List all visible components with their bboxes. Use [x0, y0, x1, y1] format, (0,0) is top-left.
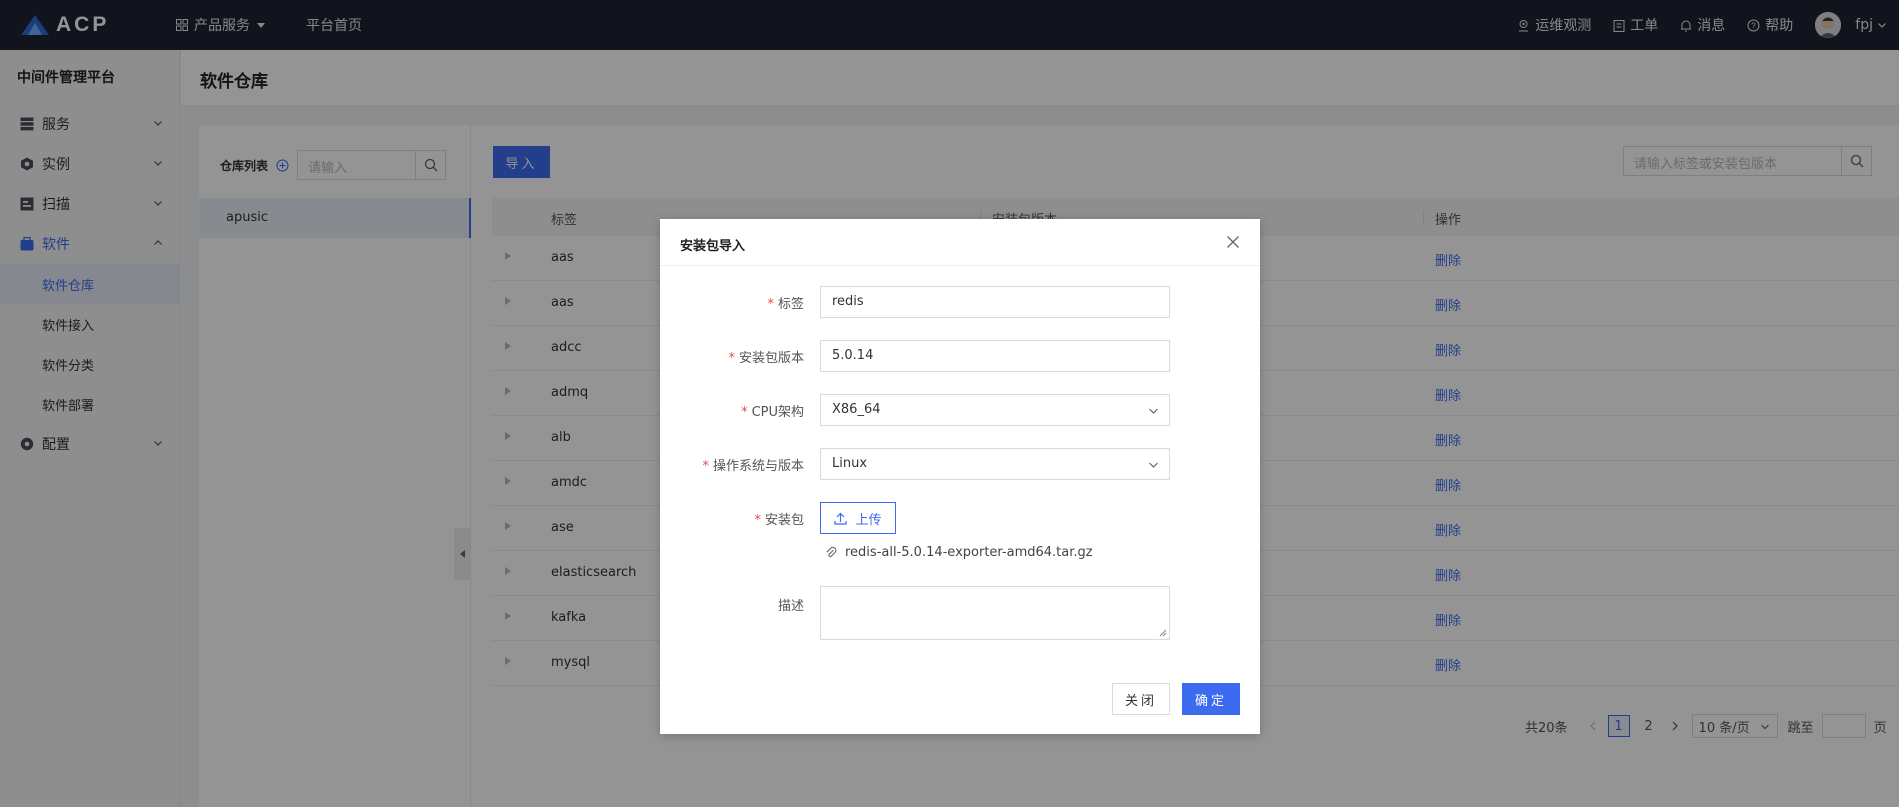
import-package-dialog: 安装包导入 * 标签 redis * 安装包版本 5.0.14 * CPU架构 X86… — [660, 219, 1260, 734]
dialog-header: 安装包导入 — [660, 219, 1260, 266]
form-row-package: * 安装包 上传 — [660, 502, 1260, 534]
required-mark: * — [754, 513, 761, 528]
upload-button[interactable]: 上传 — [820, 502, 896, 534]
os-version-select[interactable]: Linux — [820, 448, 1170, 480]
required-mark: * — [767, 297, 774, 312]
confirm-button[interactable]: 确定 — [1182, 683, 1240, 715]
close-button[interactable]: 关闭 — [1112, 683, 1170, 715]
tag-input[interactable]: redis — [820, 286, 1170, 318]
version-input[interactable]: 5.0.14 — [820, 340, 1170, 372]
package-label: * 安装包 — [754, 513, 804, 528]
form-row-tag: * 标签 redis — [660, 286, 1260, 318]
cpu-arch-label: * CPU架构 — [741, 405, 804, 420]
version-label: * 安装包版本 — [728, 351, 804, 366]
tag-label: * 标签 — [767, 297, 804, 312]
form-row-version: * 安装包版本 5.0.14 — [660, 340, 1260, 372]
chevron-down-icon — [1149, 462, 1158, 468]
dialog-title: 安装包导入 — [680, 239, 746, 254]
cpu-arch-select[interactable]: X86_64 — [820, 394, 1170, 426]
os-version-label: * 操作系统与版本 — [702, 459, 804, 474]
chevron-down-icon — [1149, 408, 1158, 414]
close-icon[interactable] — [1226, 235, 1240, 249]
uploaded-file-name: redis-all-5.0.14-exporter-amd64.tar.gz — [845, 545, 1093, 560]
resize-handle-icon[interactable] — [1159, 629, 1167, 637]
form-row-os: * 操作系统与版本 Linux — [660, 448, 1260, 480]
form-row-cpu: * CPU架构 X86_64 — [660, 394, 1260, 426]
required-mark: * — [741, 405, 748, 420]
cpu-arch-value: X86_64 — [832, 402, 881, 417]
uploaded-file-item[interactable]: redis-all-5.0.14-exporter-amd64.tar.gz — [825, 545, 1093, 560]
paperclip-icon — [826, 546, 837, 558]
upload-label: 上传 — [855, 512, 882, 528]
os-version-value: Linux — [832, 456, 868, 471]
description-textarea[interactable] — [820, 586, 1170, 640]
upload-icon — [834, 512, 848, 525]
description-label: 描述 — [777, 599, 804, 614]
required-mark: * — [702, 459, 709, 474]
required-mark: * — [728, 351, 735, 366]
